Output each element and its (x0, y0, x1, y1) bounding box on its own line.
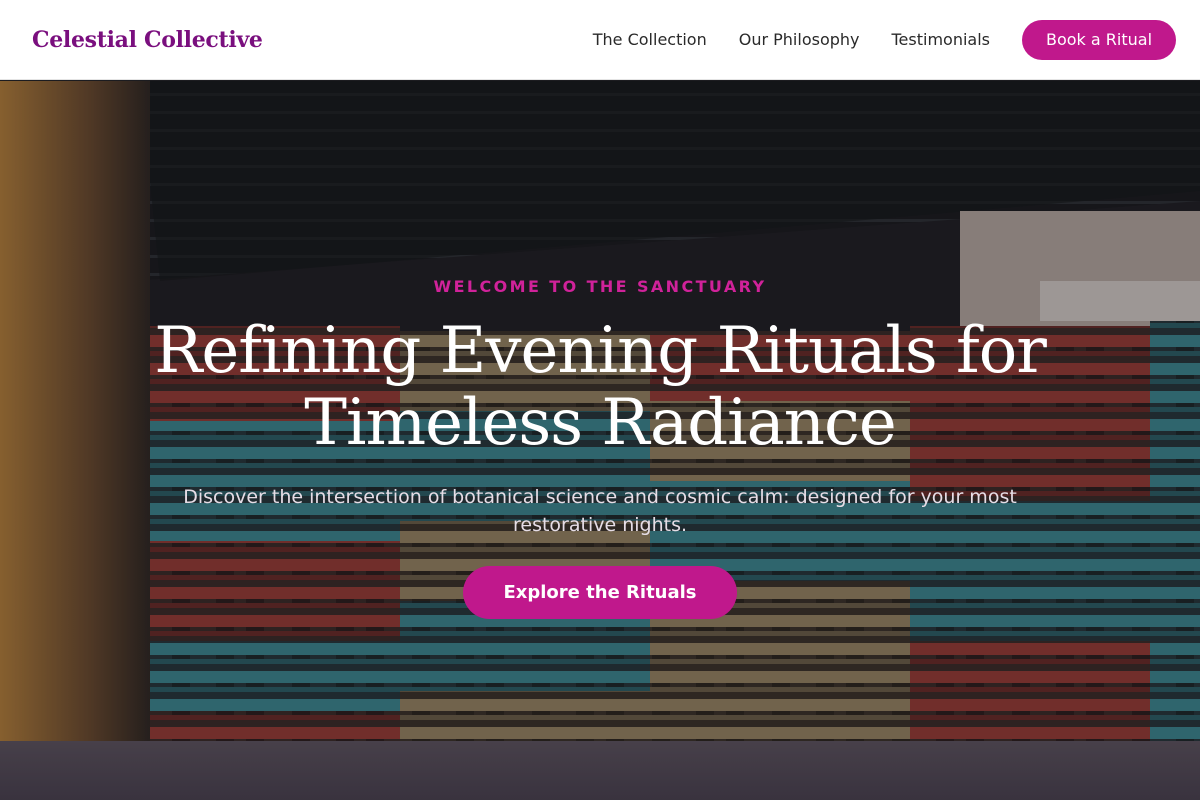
nav-link-collection[interactable]: The Collection (593, 30, 707, 49)
hero-subtitle: Discover the intersection of botanical s… (183, 486, 1017, 536)
brand-logo[interactable]: Celestial Collective (32, 27, 263, 53)
site-header: Celestial Collective The Collection Our … (0, 0, 1200, 80)
nav-link-philosophy[interactable]: Our Philosophy (739, 30, 860, 49)
main-nav: The Collection Our Philosophy Testimonia… (593, 19, 1176, 60)
explore-rituals-button[interactable]: Explore the Rituals (463, 566, 737, 619)
nav-link-testimonials[interactable]: Testimonials (892, 30, 991, 49)
book-ritual-button[interactable]: Book a Ritual (1022, 19, 1176, 60)
hero-title: Refining Evening Rituals for Timeless Ra… (154, 314, 1047, 460)
hero-eyebrow: WELCOME TO THE SANCTUARY (433, 277, 767, 296)
hero-content: WELCOME TO THE SANCTUARY Refining Evenin… (0, 81, 1200, 800)
hero-section: WELCOME TO THE SANCTUARY Refining Evenin… (0, 81, 1200, 800)
